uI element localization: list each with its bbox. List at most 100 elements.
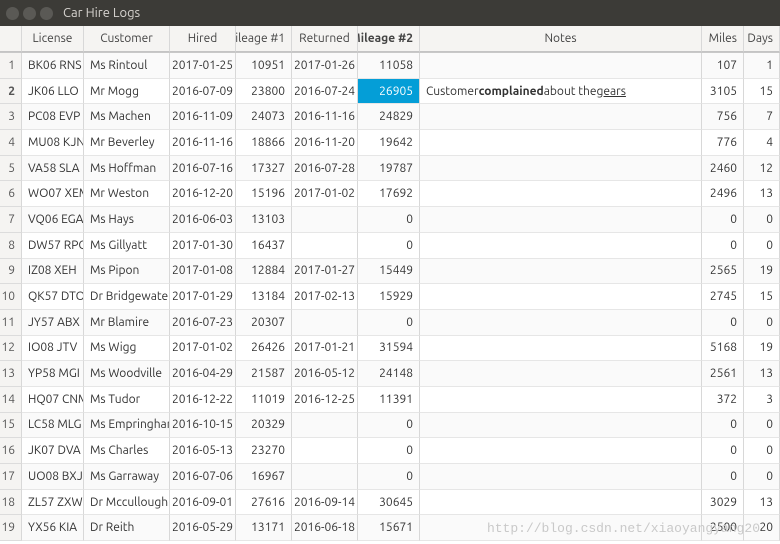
cell-rn[interactable]: 19 bbox=[0, 515, 22, 541]
cell-m1[interactable]: 15196 bbox=[236, 181, 292, 207]
maximize-icon[interactable] bbox=[40, 7, 53, 20]
cell-day[interactable]: 1 bbox=[744, 53, 780, 79]
cell-not[interactable]: Customer complained about the gears bbox=[420, 79, 702, 105]
cell-rn[interactable]: 4 bbox=[0, 130, 22, 156]
cell-ret[interactable]: 2016-11-16 bbox=[292, 104, 358, 130]
cell-hir[interactable]: 2016-12-20 bbox=[170, 181, 236, 207]
cell-mil[interactable]: 2745 bbox=[702, 284, 744, 310]
cell-m1[interactable]: 23270 bbox=[236, 438, 292, 464]
cell-day[interactable]: 13 bbox=[744, 490, 780, 516]
cell-ret[interactable] bbox=[292, 438, 358, 464]
cell-rn[interactable]: 6 bbox=[0, 181, 22, 207]
cell-lic[interactable]: UO08 BXJ bbox=[22, 464, 84, 490]
cell-hir[interactable]: 2017-01-08 bbox=[170, 259, 236, 285]
cell-hir[interactable]: 2016-11-16 bbox=[170, 130, 236, 156]
cell-lic[interactable]: QK57 DTO bbox=[22, 284, 84, 310]
cell-mil[interactable]: 0 bbox=[702, 413, 744, 439]
cell-m1[interactable]: 27616 bbox=[236, 490, 292, 516]
minimize-icon[interactable] bbox=[23, 7, 36, 20]
cell-lic[interactable]: VQ06 EGA bbox=[22, 207, 84, 233]
cell-rn[interactable]: 12 bbox=[0, 336, 22, 362]
cell-mil[interactable]: 3029 bbox=[702, 490, 744, 516]
cell-cus[interactable]: Dr Mccullough bbox=[84, 490, 170, 516]
cell-rn[interactable]: 3 bbox=[0, 104, 22, 130]
cell-lic[interactable]: JY57 ABX bbox=[22, 310, 84, 336]
cell-m2[interactable]: 0 bbox=[358, 438, 420, 464]
cell-m1[interactable]: 17327 bbox=[236, 156, 292, 182]
cell-day[interactable]: 20 bbox=[744, 515, 780, 541]
cell-m2[interactable]: 11391 bbox=[358, 387, 420, 413]
cell-ret[interactable] bbox=[292, 233, 358, 259]
cell-mil[interactable]: 2565 bbox=[702, 259, 744, 285]
cell-day[interactable]: 12 bbox=[744, 156, 780, 182]
table-row[interactable]: 2JK06 LLOMr Mogg2016-07-09238002016-07-2… bbox=[0, 79, 780, 105]
cell-rn[interactable]: 10 bbox=[0, 284, 22, 310]
cell-not[interactable] bbox=[420, 361, 702, 387]
cell-ret[interactable]: 2016-09-14 bbox=[292, 490, 358, 516]
cell-lic[interactable]: JK07 DVA bbox=[22, 438, 84, 464]
cell-day[interactable]: 15 bbox=[744, 79, 780, 105]
cell-hir[interactable]: 2016-05-29 bbox=[170, 515, 236, 541]
cell-ret[interactable]: 2017-01-02 bbox=[292, 181, 358, 207]
cell-m1[interactable]: 12884 bbox=[236, 259, 292, 285]
cell-rn[interactable]: 1 bbox=[0, 53, 22, 79]
cell-hir[interactable]: 2017-01-02 bbox=[170, 336, 236, 362]
cell-not[interactable] bbox=[420, 490, 702, 516]
table-row[interactable]: 19YX56 KIADr Reith2016-05-29131712016-06… bbox=[0, 515, 780, 541]
cell-not[interactable] bbox=[420, 336, 702, 362]
cell-m1[interactable]: 16437 bbox=[236, 233, 292, 259]
table-row[interactable]: 5VA58 SLAMs Hoffman2016-07-16173272016-0… bbox=[0, 156, 780, 182]
cell-m2[interactable]: 24829 bbox=[358, 104, 420, 130]
cell-hir[interactable]: 2016-04-29 bbox=[170, 361, 236, 387]
cell-ret[interactable] bbox=[292, 310, 358, 336]
cell-cus[interactable]: Mr Weston bbox=[84, 181, 170, 207]
cell-ret[interactable]: 2016-07-28 bbox=[292, 156, 358, 182]
cell-mil[interactable]: 0 bbox=[702, 233, 744, 259]
cell-cus[interactable]: Ms Empringham bbox=[84, 413, 170, 439]
cell-ret[interactable]: 2016-06-18 bbox=[292, 515, 358, 541]
cell-rn[interactable]: 5 bbox=[0, 156, 22, 182]
cell-day[interactable]: 15 bbox=[744, 284, 780, 310]
cell-hir[interactable]: 2016-10-15 bbox=[170, 413, 236, 439]
cell-ret[interactable]: 2016-12-25 bbox=[292, 387, 358, 413]
table-row[interactable]: 8DW57 RPQMs Gillyatt2017-01-3016437000 bbox=[0, 233, 780, 259]
cell-not[interactable] bbox=[420, 310, 702, 336]
cell-ret[interactable]: 2016-11-20 bbox=[292, 130, 358, 156]
cell-lic[interactable]: IO08 JTV bbox=[22, 336, 84, 362]
cell-m2[interactable]: 19787 bbox=[358, 156, 420, 182]
cell-mil[interactable]: 372 bbox=[702, 387, 744, 413]
cell-cus[interactable]: Dr Reith bbox=[84, 515, 170, 541]
table-row[interactable]: 12IO08 JTVMs Wigg2017-01-02264262017-01-… bbox=[0, 336, 780, 362]
cell-m2[interactable]: 17692 bbox=[358, 181, 420, 207]
cell-hir[interactable]: 2016-07-16 bbox=[170, 156, 236, 182]
cell-ret[interactable]: 2017-02-13 bbox=[292, 284, 358, 310]
cell-m1[interactable]: 26426 bbox=[236, 336, 292, 362]
col-mileage1[interactable]: Mileage #1 bbox=[236, 26, 292, 52]
cell-cus[interactable]: Mr Beverley bbox=[84, 130, 170, 156]
cell-hir[interactable]: 2016-07-09 bbox=[170, 79, 236, 105]
cell-not[interactable] bbox=[420, 438, 702, 464]
cell-mil[interactable]: 3105 bbox=[702, 79, 744, 105]
cell-cus[interactable]: Ms Rintoul bbox=[84, 53, 170, 79]
cell-not[interactable] bbox=[420, 413, 702, 439]
table-row[interactable]: 18ZL57 ZXWDr Mccullough2016-09-012761620… bbox=[0, 490, 780, 516]
cell-hir[interactable]: 2016-09-01 bbox=[170, 490, 236, 516]
cell-lic[interactable]: YP58 MGI bbox=[22, 361, 84, 387]
cell-mil[interactable]: 0 bbox=[702, 464, 744, 490]
cell-ret[interactable] bbox=[292, 413, 358, 439]
cell-ret[interactable]: 2016-05-12 bbox=[292, 361, 358, 387]
cell-rn[interactable]: 16 bbox=[0, 438, 22, 464]
cell-m2[interactable]: 30645 bbox=[358, 490, 420, 516]
cell-hir[interactable]: 2016-07-23 bbox=[170, 310, 236, 336]
cell-m1[interactable]: 23800 bbox=[236, 79, 292, 105]
cell-hir[interactable]: 2016-11-09 bbox=[170, 104, 236, 130]
cell-cus[interactable]: Mr Blamire bbox=[84, 310, 170, 336]
cell-m1[interactable]: 21587 bbox=[236, 361, 292, 387]
cell-rn[interactable]: 15 bbox=[0, 413, 22, 439]
cell-rn[interactable]: 18 bbox=[0, 490, 22, 516]
cell-lic[interactable]: YX56 KIA bbox=[22, 515, 84, 541]
cell-m1[interactable]: 13184 bbox=[236, 284, 292, 310]
table-row[interactable]: 6WO07 XEMMr Weston2016-12-20151962017-01… bbox=[0, 181, 780, 207]
cell-day[interactable]: 7 bbox=[744, 104, 780, 130]
col-license[interactable]: License bbox=[22, 26, 84, 52]
